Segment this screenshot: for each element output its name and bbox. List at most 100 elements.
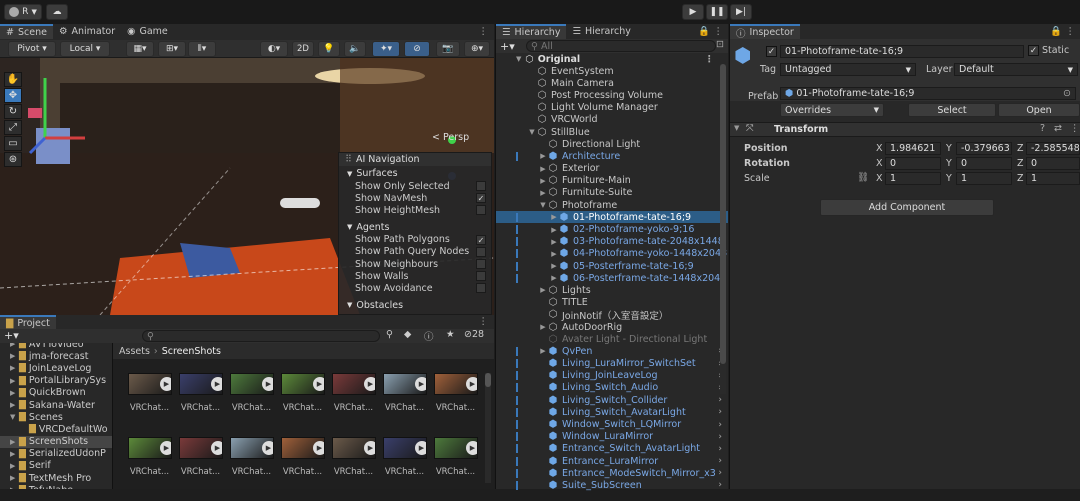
- hierarchy-item[interactable]: ⬢ Living_Switch_AvatarLight ›: [496, 406, 728, 418]
- local-dropdown[interactable]: Local ▾: [60, 41, 110, 57]
- object-name-field[interactable]: 01-Photoframe-tate-16;9: [780, 45, 1024, 58]
- play-button[interactable]: ▶: [682, 4, 704, 20]
- hierarchy-item[interactable]: ⬡ Avater Light - Directional Light: [496, 333, 728, 345]
- tab-game[interactable]: ◉ Game: [121, 24, 174, 39]
- account-dropdown[interactable]: R ▼: [4, 4, 42, 20]
- foldout-closed-icon[interactable]: ▶: [10, 389, 19, 397]
- hierarchy-search-input[interactable]: ⚲ All: [526, 40, 716, 52]
- create-plus-icon[interactable]: +▾: [4, 329, 19, 342]
- foldout-closed-icon[interactable]: ▶: [549, 250, 559, 258]
- project-search-input[interactable]: ⚲: [142, 330, 380, 342]
- more-options-icon[interactable]: ⋮: [1066, 26, 1076, 37]
- play-icon[interactable]: ▶: [465, 441, 477, 455]
- create-plus-icon[interactable]: +▾: [500, 40, 515, 53]
- hidden-packages-icon[interactable]: ⊘28: [464, 329, 484, 340]
- hierarchy-item[interactable]: ⬢Living_LuraMirror_SwitchSet›: [496, 358, 728, 370]
- asset-tile[interactable]: ▶ VRChat...: [127, 373, 172, 413]
- play-icon[interactable]: ▶: [261, 441, 273, 455]
- position-y-field[interactable]: -0.379663: [956, 142, 1012, 155]
- 2d-toggle[interactable]: 2D: [292, 41, 314, 57]
- nav-option-checkbox[interactable]: [476, 283, 486, 294]
- nav-option-row[interactable]: Show NavMesh ✓: [339, 192, 491, 204]
- more-options-icon[interactable]: ⋮: [705, 54, 715, 65]
- hand-tool-icon[interactable]: ✋: [4, 72, 22, 87]
- play-icon[interactable]: ▶: [261, 377, 273, 391]
- folder-item[interactable]: ▶▇TofuNabe: [0, 484, 112, 489]
- rotation-x-field[interactable]: 0: [885, 157, 941, 170]
- hierarchy-item[interactable]: ⬡ Light Volume Manager: [496, 102, 728, 114]
- tab-scene[interactable]: # Scene: [0, 24, 53, 39]
- tab-project[interactable]: ▇ Project: [0, 315, 56, 329]
- asset-tile[interactable]: ▶ VRChat...: [331, 437, 376, 477]
- hierarchy-item[interactable]: ▶ ⬢ 06-Posterframe-tate-1448x2048: [496, 272, 728, 284]
- scale-y-field[interactable]: 1: [956, 172, 1012, 185]
- foldout-closed-icon[interactable]: ▶: [10, 401, 19, 409]
- hierarchy-item[interactable]: ▶ ⬡ Lights: [496, 284, 728, 296]
- folder-item[interactable]: ▇ VRCDefaultWo: [0, 423, 112, 435]
- asset-tile[interactable]: ▶ VRChat...: [178, 373, 223, 413]
- type-filter-icon[interactable]: ◆: [404, 329, 411, 340]
- folder-item[interactable]: ▶ ▇ AVTToVideo: [0, 343, 112, 350]
- nav-option-row[interactable]: Show Walls: [339, 270, 491, 282]
- folder-item[interactable]: ▶ ▇ Serif: [0, 460, 112, 472]
- nav-option-row[interactable]: Show HeightMesh: [339, 204, 491, 216]
- chevron-right-icon[interactable]: ›: [718, 444, 722, 454]
- hierarchy-item[interactable]: ⬡ Directional Light: [496, 138, 728, 150]
- play-icon[interactable]: ▶: [465, 377, 477, 391]
- foldout-closed-icon[interactable]: ▶: [10, 474, 19, 482]
- folder-item[interactable]: ▶ ▇ JoinLeaveLog: [0, 362, 112, 374]
- folder-item[interactable]: ▶ ▇ jma-forecast: [0, 350, 112, 362]
- play-icon[interactable]: ▶: [159, 377, 171, 391]
- foldout-closed-icon[interactable]: ▶: [10, 377, 19, 385]
- tag-dropdown[interactable]: Untagged ▼: [780, 63, 916, 76]
- play-icon[interactable]: ▶: [312, 377, 324, 391]
- rotation-y-field[interactable]: 0: [956, 157, 1012, 170]
- folder-item[interactable]: ▼ ▇ Scenes: [0, 411, 112, 423]
- hierarchy-item[interactable]: ⬢ Living_Switch_Collider ›: [496, 394, 728, 406]
- position-z-field[interactable]: -2.585548: [1026, 142, 1080, 155]
- foldout-open-icon[interactable]: ▼: [10, 413, 19, 421]
- presets-icon[interactable]: ⇄: [1054, 123, 1062, 134]
- breadcrumb-screenshots[interactable]: ScreenShots: [162, 346, 221, 357]
- hierarchy-item[interactable]: ⬡ EventSystem: [496, 65, 728, 77]
- play-icon[interactable]: ▶: [312, 441, 324, 455]
- hierarchy-item[interactable]: ▶ ⬢ 03-Photoframe-tate-2048x1448: [496, 236, 728, 248]
- add-component-button[interactable]: Add Component: [820, 199, 994, 216]
- filter-icon[interactable]: ⚲: [386, 329, 393, 340]
- assets-scrollbar[interactable]: [485, 373, 491, 483]
- nav-option-checkbox[interactable]: [476, 258, 486, 269]
- hierarchy-item[interactable]: ⬡ Post Processing Volume: [496, 89, 728, 101]
- layer-dropdown[interactable]: Default ▼: [954, 63, 1078, 76]
- rotate-tool-icon[interactable]: ↻: [4, 104, 22, 119]
- static-toggle[interactable]: ✓ Static: [1028, 45, 1069, 56]
- scale-tool-icon[interactable]: ⤢: [4, 120, 22, 135]
- increment-snap-button[interactable]: ⊞▾: [158, 41, 186, 57]
- overrides-dropdown[interactable]: Overrides ▼: [780, 103, 884, 117]
- foldout-closed-icon[interactable]: ▶: [538, 189, 548, 197]
- nav-option-row[interactable]: Show Avoidance: [339, 282, 491, 294]
- hidden-objects-toggle[interactable]: ⊘: [404, 41, 430, 57]
- constrain-proportions-icon[interactable]: ⛓: [857, 172, 869, 183]
- foldout-closed-icon[interactable]: ▶: [538, 165, 548, 173]
- more-options-icon[interactable]: ⋮: [1070, 123, 1080, 134]
- hierarchy-item[interactable]: ▶⬢QvPen›: [496, 345, 728, 357]
- foldout-closed-icon[interactable]: ▶: [538, 286, 548, 294]
- tab-inspector[interactable]: ⓘ Inspector: [730, 24, 800, 40]
- asset-tile[interactable]: ▶ VRChat...: [229, 373, 274, 413]
- play-icon[interactable]: ▶: [363, 377, 375, 391]
- folder-item[interactable]: ▶ ▇ TextMesh Pro: [0, 472, 112, 484]
- hierarchy-item[interactable]: ▶ ⬢ 05-Posterframe-tate-16;9: [496, 260, 728, 272]
- gizmos-dropdown[interactable]: ⊕▾: [464, 41, 490, 57]
- play-icon[interactable]: ▶: [210, 377, 222, 391]
- hierarchy-item[interactable]: ⬢ Window_LuraMirror ›: [496, 431, 728, 443]
- hierarchy-item[interactable]: ▶ ⬡ Exterior: [496, 163, 728, 175]
- pivot-dropdown[interactable]: Pivot ▾: [8, 41, 56, 57]
- foldout-closed-icon[interactable]: ▶: [538, 152, 548, 160]
- hierarchy-item[interactable]: ▶ ⬢ 02-Photoframe-yoko-9;16: [496, 223, 728, 235]
- asset-tile[interactable]: ▶ VRChat...: [178, 437, 223, 477]
- foldout-closed-icon[interactable]: ▶: [10, 364, 19, 372]
- chevron-right-icon[interactable]: ›: [718, 407, 722, 417]
- foldout-closed-icon[interactable]: ▶: [10, 352, 19, 360]
- rotation-z-field[interactable]: 0: [1026, 157, 1080, 170]
- nav-option-checkbox[interactable]: ✓: [476, 193, 486, 204]
